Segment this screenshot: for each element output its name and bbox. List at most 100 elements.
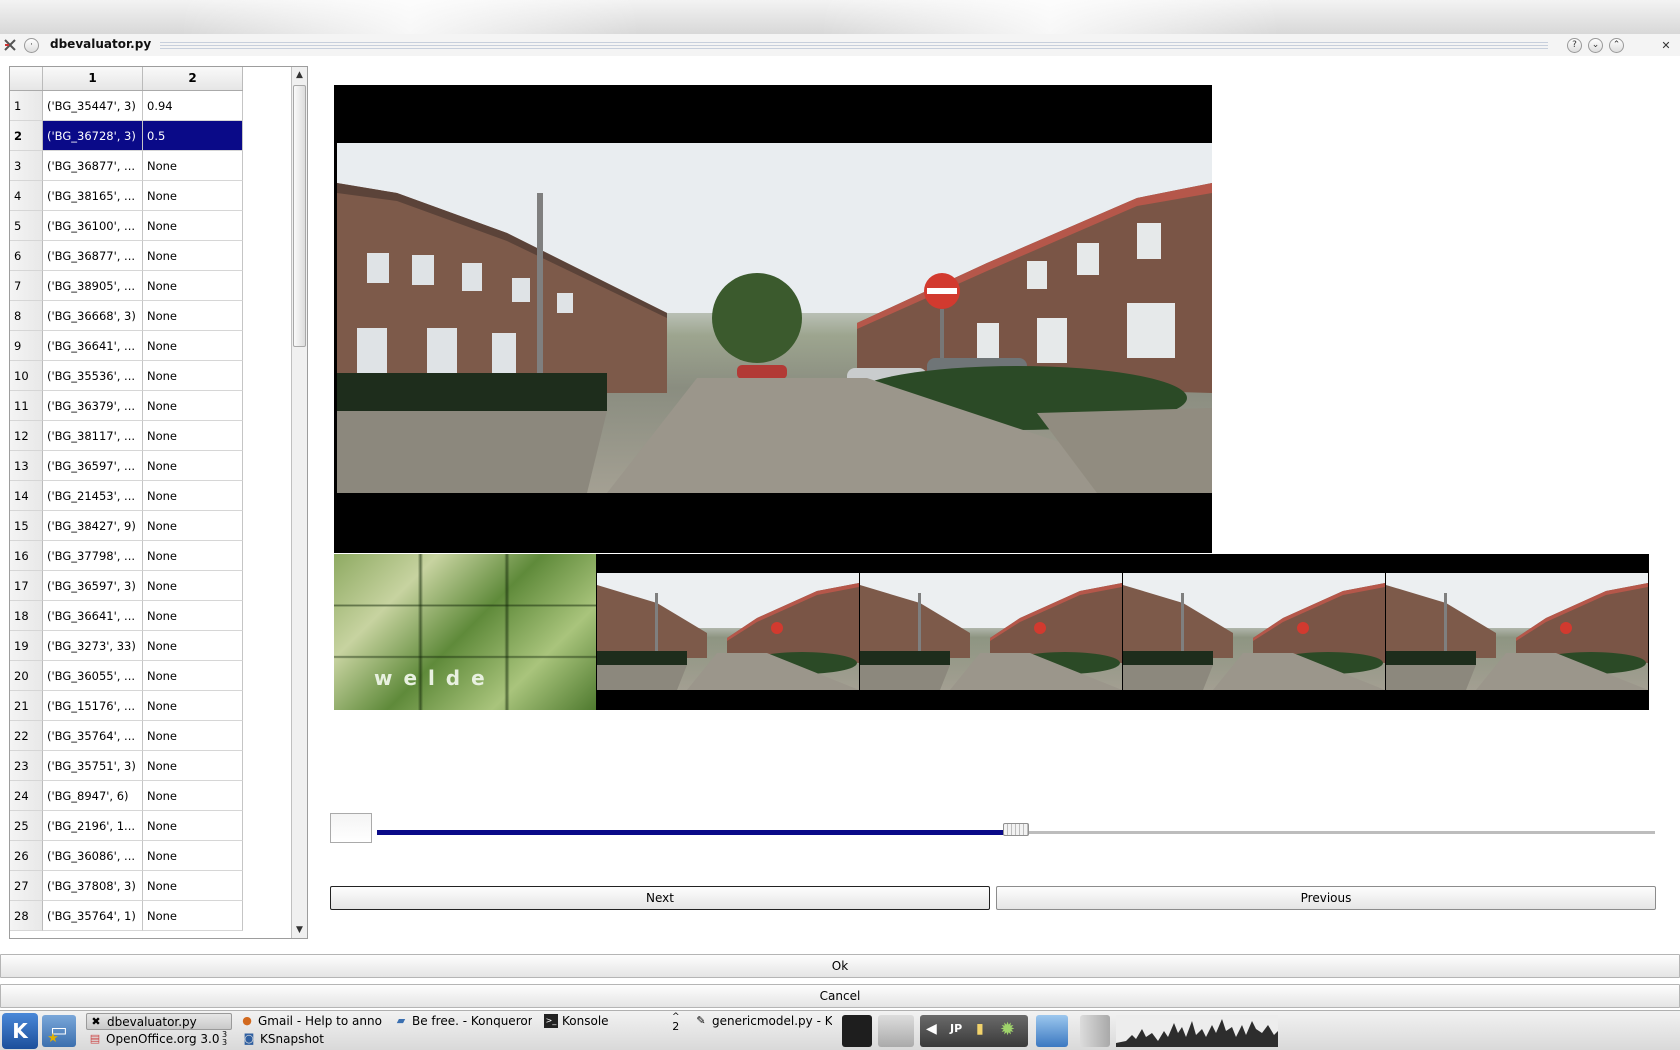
results-table[interactable]: 1 2 1 ('BG_35447', 3) 0.94 2 ('BG_36728', 3)… — [9, 66, 308, 939]
row-number[interactable]: 22 — [10, 721, 43, 751]
cell-score[interactable]: None — [143, 151, 243, 181]
corner-header[interactable] — [10, 67, 43, 90]
table-row[interactable]: 19 ('BG_3273', 33) None — [10, 631, 243, 661]
keyframe-thumbnail[interactable]: w e l d e — [334, 554, 596, 710]
task-gmail[interactable]: ● Gmail - Help to anno — [238, 1013, 388, 1030]
pin-icon[interactable]: · — [24, 37, 39, 53]
row-number[interactable]: 14 — [10, 481, 43, 511]
row-number[interactable]: 21 — [10, 691, 43, 721]
table-row[interactable]: 4 ('BG_38165', ... None — [10, 181, 243, 211]
keyframe-thumbnail[interactable] — [1386, 573, 1648, 690]
table-row[interactable]: 8 ('BG_36668', 3) None — [10, 301, 243, 331]
cell-segment-id[interactable]: ('BG_35764', ... — [43, 721, 143, 751]
cell-segment-id[interactable]: ('BG_36100', ... — [43, 211, 143, 241]
table-row[interactable]: 5 ('BG_36100', ... None — [10, 211, 243, 241]
row-number[interactable]: 19 — [10, 631, 43, 661]
cell-score[interactable]: None — [143, 451, 243, 481]
previous-button[interactable]: Previous — [996, 886, 1656, 910]
network-icon[interactable] — [878, 1015, 914, 1047]
scroll-up-icon[interactable]: ▲ — [292, 67, 307, 83]
minimize-icon[interactable]: ⌄ — [1588, 37, 1603, 53]
task-dbevaluator[interactable]: ✖ dbevaluator.py — [86, 1013, 232, 1030]
table-row[interactable]: 7 ('BG_38905', ... None — [10, 271, 243, 301]
row-number[interactable]: 6 — [10, 241, 43, 271]
table-row[interactable]: 12 ('BG_38117', ... None — [10, 421, 243, 451]
table-row[interactable]: 11 ('BG_36379', ... None — [10, 391, 243, 421]
cell-score[interactable]: None — [143, 391, 243, 421]
cell-segment-id[interactable]: ('BG_36877', ... — [43, 241, 143, 271]
row-number[interactable]: 27 — [10, 871, 43, 901]
cell-score[interactable]: None — [143, 481, 243, 511]
maximize-icon[interactable]: ⌃ — [1609, 37, 1624, 53]
cell-segment-id[interactable]: ('BG_36728', 3) — [43, 121, 143, 151]
task-ksnapshot[interactable]: ◙ KSnapshot — [240, 1031, 360, 1048]
cell-score[interactable]: None — [143, 661, 243, 691]
cell-segment-id[interactable]: ('BG_38427', 9) — [43, 511, 143, 541]
row-number[interactable]: 2 — [10, 121, 43, 151]
table-row[interactable]: 3 ('BG_36877', ... None — [10, 151, 243, 181]
table-row[interactable]: 16 ('BG_37798', ... None — [10, 541, 243, 571]
display-icon[interactable] — [1036, 1015, 1068, 1047]
k-menu-icon[interactable]: K — [2, 1013, 38, 1049]
trash-icon[interactable] — [1080, 1015, 1110, 1047]
cell-score[interactable]: None — [143, 181, 243, 211]
task-konsole[interactable]: >_ Konsole — [542, 1013, 662, 1030]
keyframe-thumbnail[interactable] — [1123, 573, 1385, 690]
column-header-2[interactable]: 2 — [143, 67, 243, 90]
cell-score[interactable]: None — [143, 751, 243, 781]
cell-score[interactable]: None — [143, 571, 243, 601]
table-row[interactable]: 27 ('BG_37808', 3) None — [10, 871, 243, 901]
window-titlebar[interactable]: · dbevaluator.py ? ⌄ ⌃ ✕ — [0, 34, 1680, 56]
cancel-button[interactable]: Cancel — [0, 984, 1680, 1008]
cell-segment-id[interactable]: ('BG_38165', ... — [43, 181, 143, 211]
row-number[interactable]: 12 — [10, 421, 43, 451]
cell-segment-id[interactable]: ('BG_35536', ... — [43, 361, 143, 391]
table-row[interactable]: 2 ('BG_36728', 3) 0.5 — [10, 121, 243, 151]
table-row[interactable]: 18 ('BG_36641', ... None — [10, 601, 243, 631]
app-menu-icon[interactable] — [2, 37, 18, 53]
row-number[interactable]: 11 — [10, 391, 43, 421]
row-number[interactable]: 28 — [10, 901, 43, 931]
table-row[interactable]: 23 ('BG_35751', 3) None — [10, 751, 243, 781]
cell-score[interactable]: None — [143, 241, 243, 271]
row-number[interactable]: 26 — [10, 841, 43, 871]
help-icon[interactable]: ? — [1567, 37, 1582, 53]
cell-score[interactable]: None — [143, 871, 243, 901]
cell-score[interactable]: None — [143, 361, 243, 391]
cell-score[interactable]: 0.5 — [143, 121, 243, 151]
table-row[interactable]: 17 ('BG_36597', 3) None — [10, 571, 243, 601]
table-row[interactable]: 6 ('BG_36877', ... None — [10, 241, 243, 271]
table-row[interactable]: 25 ('BG_2196', 1... None — [10, 811, 243, 841]
cell-segment-id[interactable]: ('BG_36641', ... — [43, 331, 143, 361]
row-number[interactable]: 4 — [10, 181, 43, 211]
column-header-1[interactable]: 1 — [43, 67, 143, 90]
row-number[interactable]: 24 — [10, 781, 43, 811]
table-row[interactable]: 21 ('BG_15176', ... None — [10, 691, 243, 721]
cell-segment-id[interactable]: ('BG_36668', 3) — [43, 301, 143, 331]
row-number[interactable]: 5 — [10, 211, 43, 241]
cell-score[interactable]: None — [143, 781, 243, 811]
table-row[interactable]: 26 ('BG_36086', ... None — [10, 841, 243, 871]
row-number[interactable]: 23 — [10, 751, 43, 781]
cell-segment-id[interactable]: ('BG_38905', ... — [43, 271, 143, 301]
next-button[interactable]: Next — [330, 886, 990, 910]
row-number[interactable]: 13 — [10, 451, 43, 481]
cell-segment-id[interactable]: ('BG_3273', 33) — [43, 631, 143, 661]
cell-score[interactable]: None — [143, 841, 243, 871]
table-row[interactable]: 10 ('BG_35536', ... None — [10, 361, 243, 391]
cell-score[interactable]: None — [143, 271, 243, 301]
cell-score[interactable]: None — [143, 511, 243, 541]
cell-segment-id[interactable]: ('BG_38117', ... — [43, 421, 143, 451]
row-number[interactable]: 17 — [10, 571, 43, 601]
cell-segment-id[interactable]: ('BG_37798', ... — [43, 541, 143, 571]
cell-segment-id[interactable]: ('BG_36877', ... — [43, 151, 143, 181]
row-number[interactable]: 9 — [10, 331, 43, 361]
cell-segment-id[interactable]: ('BG_35764', 1) — [43, 901, 143, 931]
cell-segment-id[interactable]: ('BG_8947', 6) — [43, 781, 143, 811]
ok-button[interactable]: Ok — [0, 954, 1680, 978]
pager-desktop-icon[interactable] — [842, 1015, 872, 1047]
slider-handle[interactable] — [1003, 823, 1029, 836]
row-number[interactable]: 16 — [10, 541, 43, 571]
cell-score[interactable]: None — [143, 901, 243, 931]
table-row[interactable]: 13 ('BG_36597', ... None — [10, 451, 243, 481]
